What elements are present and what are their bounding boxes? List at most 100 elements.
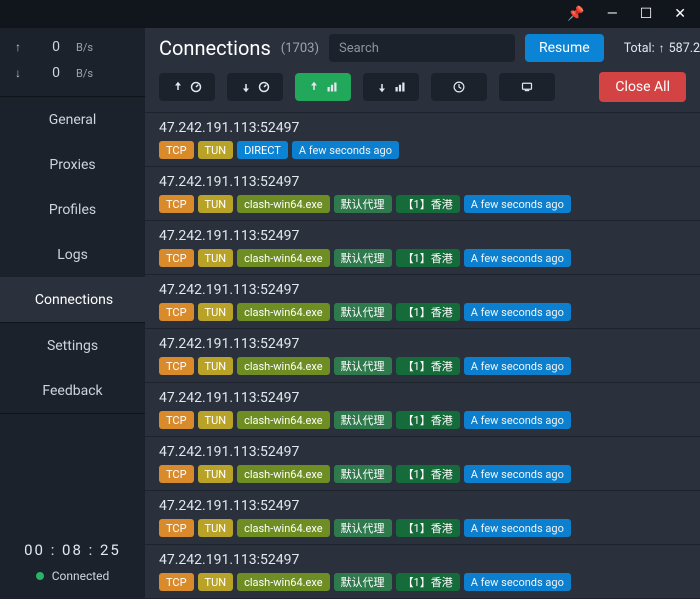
tag-tun: TUN — [198, 141, 234, 159]
connection-tags: TCPTUNclash-win64.exe默认代理【1】香港A few seco… — [159, 573, 686, 591]
separator — [0, 413, 145, 414]
connection-row[interactable]: 47.242.191.113:52497 TCPTUNclash-win64.ex… — [145, 274, 700, 328]
tag-process: clash-win64.exe — [237, 519, 330, 537]
connection-tags: TCPTUNclash-win64.exe默认代理【1】香港A few seco… — [159, 519, 686, 537]
tag-proxy: 【1】香港 — [396, 465, 460, 483]
pin-icon[interactable]: 📌 — [567, 7, 584, 21]
tag-proxy: 【1】香港 — [396, 573, 460, 591]
main-panel: Connections (1703) Resume Total: ↑587.2 … — [145, 28, 700, 599]
tag-tcp: TCP — [159, 357, 194, 375]
sort-up-speed-button[interactable] — [159, 73, 215, 101]
nav-item-general[interactable]: General — [0, 97, 145, 142]
connection-address: 47.242.191.113:52497 — [159, 228, 686, 244]
tag-nproxy: 默认代理 — [334, 573, 392, 591]
tag-tun: TUN — [198, 357, 234, 375]
connection-address: 47.242.191.113:52497 — [159, 282, 686, 298]
tag-tun: TUN — [198, 573, 234, 591]
connection-tags: TCPTUNclash-win64.exe默认代理【1】香港A few seco… — [159, 195, 686, 213]
resume-button[interactable]: Resume — [525, 34, 604, 62]
connection-row[interactable]: 47.242.191.113:52497TCPTUNclash-win64.ex… — [145, 166, 700, 220]
tag-proxy: 【1】香港 — [396, 249, 460, 267]
arrow-up-icon: ↑ — [659, 41, 665, 55]
tag-tcp: TCP — [159, 573, 194, 591]
connection-count: (1703) — [281, 41, 319, 56]
tag-nproxy: 默认代理 — [334, 411, 392, 429]
status-label: Connected — [52, 569, 110, 583]
connection-address: 47.242.191.113:52497 — [159, 444, 686, 460]
connection-row[interactable]: 47.242.191.113:52497 TCPTUNclash-win64.ex… — [145, 220, 700, 274]
maximize-button[interactable]: ☐ — [640, 7, 653, 21]
connection-row[interactable]: 47.242.191.113:52497TCPTUNDIRECTA few se… — [145, 112, 700, 166]
tag-process: clash-win64.exe — [237, 573, 330, 591]
titlebar: 📌 — ☐ ✕ — [0, 0, 700, 28]
tag-process: clash-win64.exe — [237, 465, 330, 483]
close-window-button[interactable]: ✕ — [674, 7, 686, 21]
toolbar: Close All — [159, 72, 686, 102]
download-speed-unit: B/s — [76, 67, 145, 80]
connection-tags: TCPTUNclash-win64.exe默认代理【1】香港A few seco… — [159, 303, 686, 321]
connection-row[interactable]: 47.242.191.113:52497 TCPTUNclash-win64.ex… — [145, 382, 700, 436]
tag-time: A few seconds ago — [464, 573, 571, 591]
nav-item-connections[interactable]: Connections — [0, 277, 145, 322]
minimize-button[interactable]: — — [607, 7, 618, 21]
connection-row[interactable]: 47.242.191.113:52497 TCPTUNclash-win64.ex… — [145, 436, 700, 490]
sort-down-speed-button[interactable] — [227, 73, 283, 101]
connection-row[interactable]: 47.242.191.113:52497 TCPTUNclash-win64.ex… — [145, 544, 700, 598]
tag-time: A few seconds ago — [464, 249, 571, 267]
connection-list[interactable]: 47.242.191.113:52497TCPTUNDIRECTA few se… — [145, 112, 700, 599]
arrow-down-icon: ↓ — [0, 66, 36, 80]
connection-row[interactable]: 47.242.191.113:52497TCPTUNclash-win64.ex… — [145, 328, 700, 382]
speed-panel: ↑ 0 B/s ↓ 0 B/s — [0, 28, 145, 96]
tag-proxy: 【1】香港 — [396, 303, 460, 321]
tag-tcp: TCP — [159, 465, 194, 483]
tag-tun: TUN — [198, 249, 234, 267]
nav-item-profiles[interactable]: Profiles — [0, 187, 145, 232]
tag-tcp: TCP — [159, 249, 194, 267]
tag-time: A few seconds ago — [464, 357, 571, 375]
tag-tun: TUN — [198, 465, 234, 483]
tag-proxy: 【1】香港 — [396, 195, 460, 213]
connection-tags: TCPTUNclash-win64.exe默认代理【1】香港A few seco… — [159, 465, 686, 483]
upload-speed-unit: B/s — [76, 41, 145, 54]
tag-tun: TUN — [198, 411, 234, 429]
sort-type-button[interactable] — [499, 73, 555, 101]
tag-time: A few seconds ago — [292, 141, 399, 159]
tag-time: A few seconds ago — [464, 465, 571, 483]
sidebar-footer: 00 : 08 : 25 Connected — [0, 529, 145, 599]
tag-process: clash-win64.exe — [237, 303, 330, 321]
totals: Total: ↑587.2 MB ↓5.0 MB — [624, 41, 700, 56]
header: Connections (1703) Resume Total: ↑587.2 … — [145, 28, 700, 112]
nav-item-logs[interactable]: Logs — [0, 232, 145, 277]
tag-direct: DIRECT — [237, 141, 288, 159]
connection-address: 47.242.191.113:52497 — [159, 390, 686, 406]
connection-address: 47.242.191.113:52497 — [159, 498, 686, 514]
tag-time: A few seconds ago — [464, 303, 571, 321]
tag-nproxy: 默认代理 — [334, 303, 392, 321]
tag-nproxy: 默认代理 — [334, 249, 392, 267]
sort-down-total-button[interactable] — [363, 73, 419, 101]
connection-tags: TCPTUNclash-win64.exe默认代理【1】香港A few seco… — [159, 411, 686, 429]
nav-item-proxies[interactable]: Proxies — [0, 142, 145, 187]
tag-process: clash-win64.exe — [237, 249, 330, 267]
tag-process: clash-win64.exe — [237, 195, 330, 213]
tag-tcp: TCP — [159, 519, 194, 537]
status-dot-icon — [36, 572, 44, 580]
connection-status: Connected — [36, 569, 110, 583]
upload-speed-row: ↑ 0 B/s — [0, 34, 145, 60]
tag-time: A few seconds ago — [464, 411, 571, 429]
page-title: Connections — [159, 36, 271, 60]
tag-tun: TUN — [198, 303, 234, 321]
connection-address: 47.242.191.113:52497 — [159, 336, 686, 352]
tag-nproxy: 默认代理 — [334, 195, 392, 213]
arrow-up-icon: ↑ — [0, 40, 36, 54]
search-input[interactable] — [329, 34, 515, 62]
sort-up-total-button[interactable] — [295, 73, 351, 101]
tag-process: clash-win64.exe — [237, 411, 330, 429]
nav-item-settings[interactable]: Settings — [0, 323, 145, 368]
connection-row[interactable]: 47.242.191.113:52497 TCPTUNclash-win64.ex… — [145, 490, 700, 544]
nav-item-feedback[interactable]: Feedback — [0, 368, 145, 413]
close-all-button[interactable]: Close All — [599, 72, 686, 102]
connection-address: 47.242.191.113:52497 — [159, 552, 686, 568]
connection-tags: TCPTUNDIRECTA few seconds ago — [159, 141, 686, 159]
sort-time-button[interactable] — [431, 73, 487, 101]
